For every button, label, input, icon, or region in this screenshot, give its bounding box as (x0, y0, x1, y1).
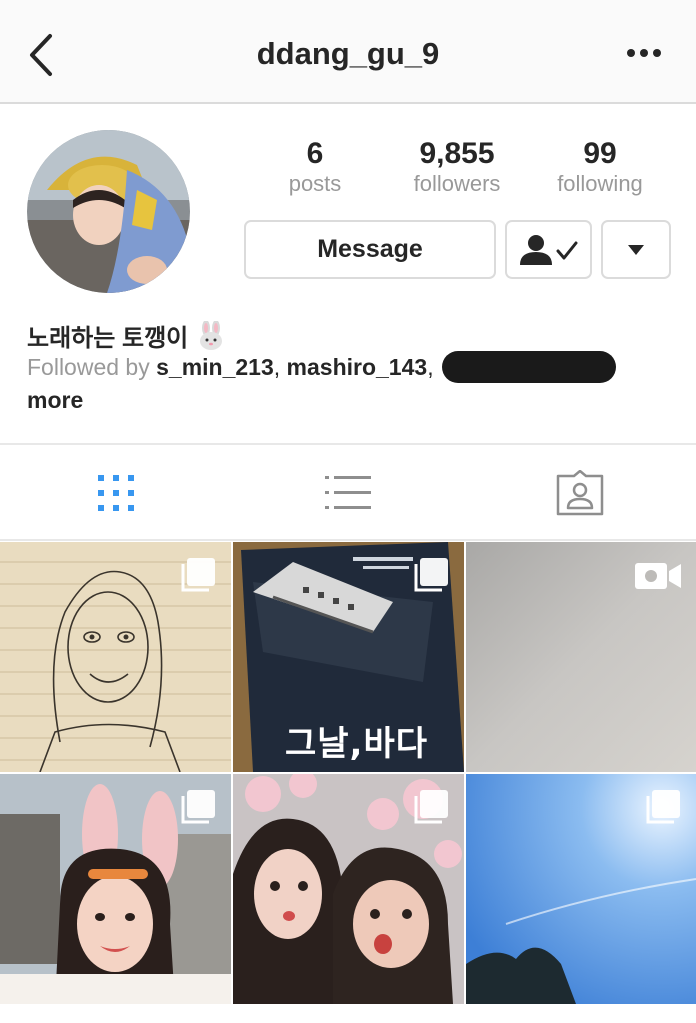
post-thumbnail-3[interactable] (466, 542, 696, 772)
tab-grid-view[interactable] (0, 445, 232, 541)
tagged-photos-icon (556, 470, 604, 516)
followed-by-prefix: Followed by (27, 354, 157, 380)
post-thumbnail-4[interactable] (0, 774, 231, 1004)
person-check-icon (519, 234, 577, 265)
multiple-photos-icon (181, 558, 215, 592)
post-thumbnail-2[interactable]: 그날,바다 (233, 542, 464, 772)
post-thumbnail-5[interactable] (233, 774, 464, 1004)
tab-tagged-photos[interactable] (464, 445, 696, 541)
more-horizontal-icon (627, 49, 661, 57)
followed-by-separator-2: , (427, 354, 434, 380)
list-icon (325, 476, 371, 509)
following-count-value: 99 (583, 137, 617, 170)
followers-count[interactable]: 9,855 followers (387, 138, 527, 198)
following-count-label: following (557, 171, 643, 196)
profile-view-tabs (0, 443, 696, 541)
followers-count-label: followers (413, 171, 501, 196)
followed-by-user-1[interactable]: s_min_213 (156, 354, 274, 380)
message-button[interactable]: Message (244, 220, 496, 279)
profile-avatar[interactable] (27, 130, 190, 293)
multiple-photos-icon (414, 790, 448, 824)
profile-username-title: ddang_gu_9 (256, 36, 440, 71)
posts-count[interactable]: 6 posts (245, 138, 385, 198)
following-status-button[interactable] (505, 220, 592, 279)
caret-down-icon (628, 244, 644, 255)
redacted-username (441, 350, 616, 383)
multiple-photos-icon (181, 790, 215, 824)
followed-by-separator-1: , (273, 354, 287, 380)
posts-count-label: posts (288, 171, 342, 196)
posts-count-value: 6 (306, 137, 324, 170)
tab-list-view[interactable] (232, 445, 464, 541)
poster-title-text: 그날,바다 (285, 724, 429, 764)
followed-by-user-2[interactable]: mashiro_143 (287, 354, 428, 380)
profile-display-name: 노래하는 토깽이 (27, 318, 226, 353)
multiple-photos-icon (414, 558, 448, 592)
post-thumbnail-1[interactable] (0, 542, 231, 772)
multiple-photos-icon (646, 790, 680, 824)
more-options-button[interactable] (622, 43, 666, 63)
post-thumbnail-6[interactable] (466, 774, 696, 1004)
followers-count-value: 9,855 (419, 137, 495, 170)
top-nav-bar: ddang_gu_9 (0, 0, 696, 104)
suggested-accounts-dropdown[interactable] (601, 220, 671, 279)
video-camera-icon (635, 563, 681, 589)
rabbit-face-icon (200, 320, 223, 350)
followed-by-more-link[interactable]: more (27, 387, 83, 413)
followed-by-text[interactable]: Followed by s_min_213, mashiro_143, more (27, 350, 677, 415)
following-count[interactable]: 99 following (530, 138, 670, 198)
grid-icon (98, 475, 134, 511)
display-name-text: 노래하는 토깽이 (27, 325, 189, 352)
